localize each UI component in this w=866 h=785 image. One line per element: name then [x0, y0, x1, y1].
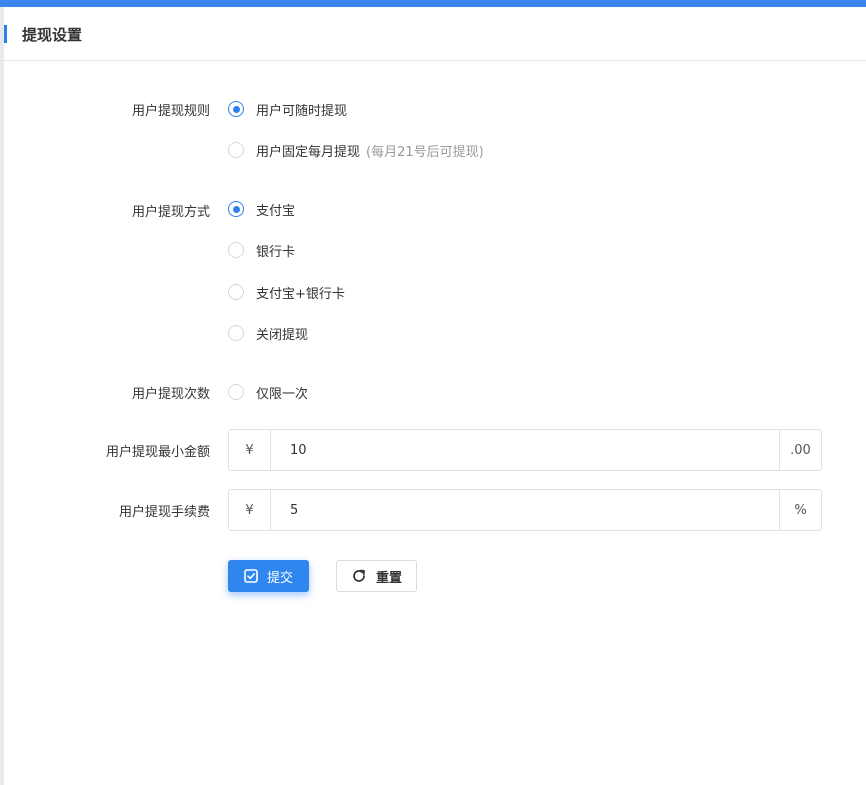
- check-square-icon: [244, 569, 258, 583]
- method-option-label: 支付宝+银行卡: [256, 286, 345, 302]
- min-amount-label: 用户提现最小金额: [105, 445, 210, 460]
- min-amount-input-group: ¥ .00: [228, 429, 822, 471]
- submit-button[interactable]: 提交: [228, 560, 309, 592]
- fee-input[interactable]: [271, 490, 779, 530]
- method-label: 用户提现方式: [131, 205, 210, 220]
- reset-label: 重置: [375, 570, 402, 586]
- rule-option-monthly[interactable]: 用户固定每月提现 (每月21号后可提现): [228, 140, 484, 160]
- page-header: 提现设置: [4, 7, 866, 61]
- count-option-label: 仅限一次: [256, 386, 309, 402]
- method-option-close[interactable]: 关闭提现: [228, 323, 308, 343]
- decimal-suffix: .00: [779, 430, 821, 470]
- radio-unchecked-icon[interactable]: [228, 284, 244, 300]
- fee-input-group: ¥ %: [228, 489, 822, 531]
- radio-unchecked-icon[interactable]: [228, 142, 244, 158]
- radio-unchecked-icon[interactable]: [228, 242, 244, 258]
- method-option-alipay-bankcard[interactable]: 支付宝+银行卡: [228, 282, 345, 302]
- method-option-label: 关闭提现: [256, 327, 309, 343]
- rule-option-anytime[interactable]: 用户可随时提现: [228, 99, 347, 119]
- percent-suffix: %: [779, 490, 821, 530]
- left-edge: [0, 7, 4, 785]
- yen-prefix: ¥: [229, 490, 271, 530]
- radio-checked-icon[interactable]: [228, 101, 244, 117]
- rule-label: 用户提现规则: [131, 104, 210, 119]
- count-option-once[interactable]: 仅限一次: [228, 382, 308, 402]
- rule-option-hint: (每月21号后可提现): [366, 144, 484, 160]
- min-amount-input[interactable]: [271, 430, 779, 470]
- submit-label: 提交: [266, 570, 293, 586]
- refresh-icon: [351, 568, 367, 584]
- rule-option-label: 用户固定每月提现: [256, 144, 361, 160]
- rule-option-label: 用户可随时提现: [256, 103, 348, 119]
- top-bar: [0, 0, 866, 7]
- method-option-bankcard[interactable]: 银行卡: [228, 240, 295, 260]
- reset-button[interactable]: 重置: [336, 560, 417, 592]
- fee-label: 用户提现手续费: [118, 505, 210, 520]
- method-option-alipay[interactable]: 支付宝: [228, 199, 295, 219]
- method-option-label: 银行卡: [256, 244, 296, 260]
- yen-prefix: ¥: [229, 430, 271, 470]
- radio-unchecked-icon[interactable]: [228, 384, 244, 400]
- title-accent: [4, 25, 7, 43]
- radio-checked-icon[interactable]: [228, 201, 244, 217]
- count-label: 用户提现次数: [131, 387, 210, 402]
- radio-unchecked-icon[interactable]: [228, 325, 244, 341]
- method-option-label: 支付宝: [256, 203, 296, 219]
- page-title: 提现设置: [22, 26, 83, 44]
